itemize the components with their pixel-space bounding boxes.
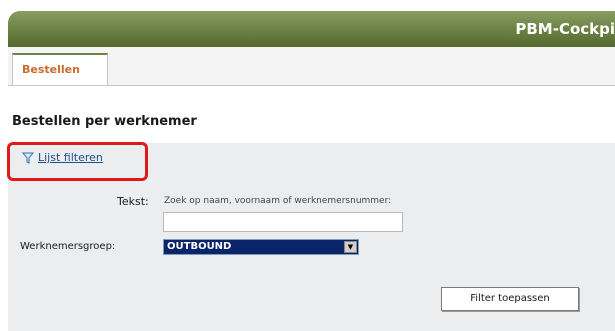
tab-strip: Bestellen: [8, 47, 615, 86]
employee-group-label: Werknemersgroep:: [20, 241, 116, 252]
search-input[interactable]: [163, 212, 403, 232]
annotation-highlight-box: [7, 142, 148, 181]
apply-filter-button[interactable]: Filter toepassen: [441, 287, 579, 311]
app-title: PBM-Cockpi: [515, 20, 615, 38]
dropdown-arrow-icon[interactable]: ▼: [344, 241, 357, 253]
app-header-bar: PBM-Cockpi: [8, 11, 615, 47]
employee-group-select[interactable]: OUTBOUND ▼: [163, 239, 359, 255]
tab-label: Bestellen: [22, 63, 80, 76]
tab-bestellen[interactable]: Bestellen: [12, 53, 108, 85]
employee-group-selected-value: OUTBOUND: [167, 241, 232, 252]
search-hint-text: Zoek op naam, voornaam of werknemersnumm…: [164, 196, 392, 206]
text-field-label: Tekst:: [117, 195, 149, 208]
page-title: Bestellen per werknemer: [12, 114, 197, 129]
